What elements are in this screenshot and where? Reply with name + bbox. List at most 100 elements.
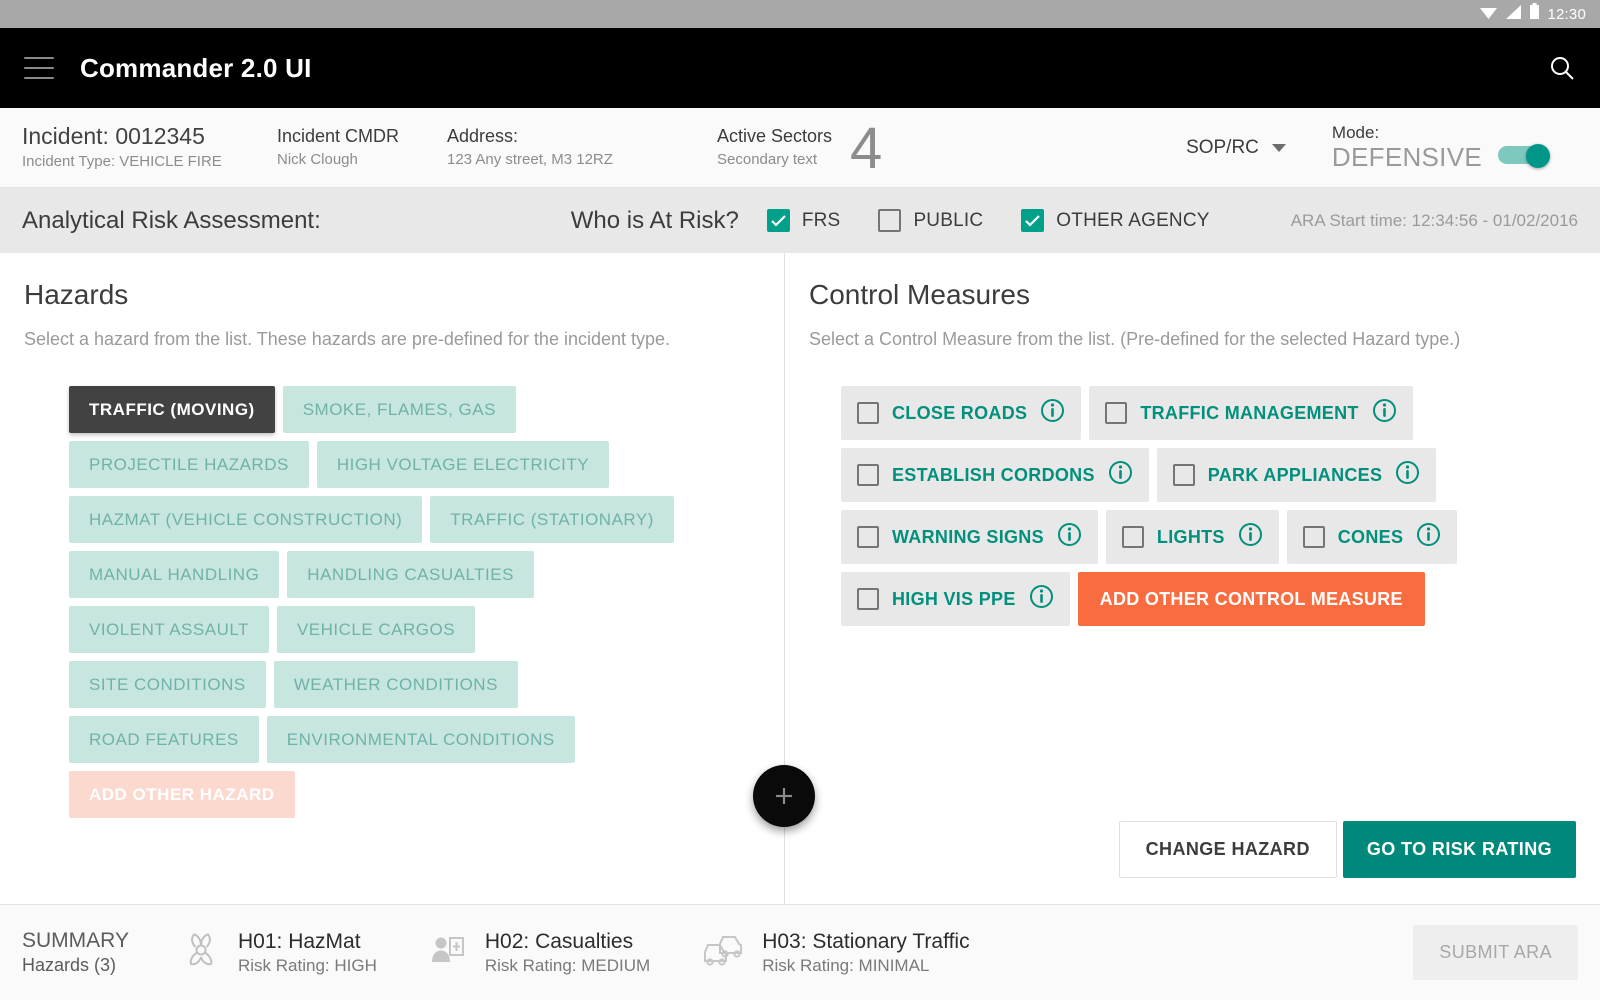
- control-measure-chip[interactable]: ESTABLISH CORDONS: [841, 448, 1149, 502]
- mode-block: Mode: DEFENSIVE: [1332, 123, 1550, 172]
- checkbox-icon[interactable]: [1121, 526, 1144, 548]
- active-sectors-secondary: Secondary text: [717, 150, 818, 168]
- info-icon[interactable]: [1108, 460, 1133, 490]
- hazard-chip[interactable]: VIOLENT ASSAULT: [69, 606, 269, 653]
- control-measure-chip[interactable]: CONES: [1286, 510, 1458, 564]
- control-measure-chip[interactable]: HIGH VIS PPE: [841, 572, 1070, 626]
- info-icon[interactable]: [1029, 584, 1054, 614]
- summary-item-h01-rating: Risk Rating: HIGH: [238, 956, 377, 976]
- app-screen: 12:30 Commander 2.0 UI Incident: 0012345…: [0, 0, 1600, 1000]
- hazard-chip-row: ROAD FEATURES ENVIRONMENTAL CONDITIONS: [69, 716, 760, 763]
- checkbox-icon[interactable]: [1172, 464, 1195, 486]
- hazard-chip[interactable]: HANDLING CASUALTIES: [287, 551, 534, 598]
- add-other-hazard-button[interactable]: ADD OTHER HAZARD: [69, 771, 295, 818]
- control-measure-row: ESTABLISH CORDONS PARK APPLIANCES: [841, 448, 1576, 502]
- summary-item-h02-text: H02: Casualties Risk Rating: MEDIUM: [485, 928, 650, 977]
- checkbox-public[interactable]: PUBLIC: [878, 209, 983, 232]
- summary-item-h01[interactable]: H01: HazMat Risk Rating: HIGH: [182, 928, 377, 977]
- control-measures-subtitle: Select a Control Measure from the list. …: [809, 329, 1461, 349]
- checkbox-icon[interactable]: [1302, 526, 1325, 548]
- hazards-subtitle: Select a hazard from the list. These haz…: [24, 329, 671, 349]
- ara-start-time: ARA Start time: 12:34:56 - 01/02/2016: [1290, 210, 1578, 230]
- control-measure-label: ADD OTHER CONTROL MEASURE: [1099, 588, 1403, 609]
- checkbox-icon[interactable]: [1105, 402, 1128, 424]
- control-measure-label: PARK APPLIANCES: [1207, 464, 1383, 485]
- hazard-chip[interactable]: HAZMAT (VEHICLE CONSTRUCTION): [69, 496, 423, 543]
- hazard-chip-row: VIOLENT ASSAULT VEHICLE CARGOS: [69, 606, 760, 653]
- checkbox-icon[interactable]: [857, 526, 879, 548]
- chevron-down-icon: [1271, 143, 1286, 152]
- control-measure-label: WARNING SIGNS: [892, 526, 1044, 547]
- control-measure-chip[interactable]: PARK APPLIANCES: [1156, 448, 1437, 502]
- control-measure-label: TRAFFIC MANAGEMENT: [1140, 402, 1359, 423]
- incident-cmdr-label: Incident CMDR: [277, 125, 400, 146]
- casualty-icon: [429, 931, 467, 974]
- hazard-chip[interactable]: ROAD FEATURES: [69, 716, 259, 763]
- address-value: 123 Any street, M3 12RZ: [447, 150, 613, 168]
- checkbox-other-agency-label: OTHER AGENCY: [1056, 209, 1210, 231]
- status-bar: 12:30: [0, 0, 1600, 28]
- checkbox-other-agency[interactable]: OTHER AGENCY: [1021, 209, 1209, 232]
- mode-toggle-switch[interactable]: [1498, 143, 1550, 168]
- checkbox-frs-label: FRS: [801, 209, 841, 231]
- incident-id-block: Incident: 0012345 Incident Type: VEHICLE…: [22, 123, 277, 172]
- summary-item-h02[interactable]: H02: Casualties Risk Rating: MEDIUM: [429, 928, 650, 977]
- checkbox-icon[interactable]: [857, 588, 879, 610]
- control-measure-row: HIGH VIS PPE ADD OTHER CONTROL MEASURE: [841, 572, 1576, 626]
- info-icon[interactable]: [1372, 398, 1397, 428]
- hazard-chip[interactable]: VEHICLE CARGOS: [276, 606, 476, 653]
- summary-label: SUMMARY: [22, 929, 129, 953]
- add-other-control-measure-button[interactable]: ADD OTHER CONTROL MEASURE: [1077, 572, 1425, 626]
- hazard-chip[interactable]: WEATHER CONDITIONS: [273, 661, 518, 708]
- hazard-chip[interactable]: PROJECTILE HAZARDS: [69, 441, 309, 488]
- hazard-chip[interactable]: SMOKE, FLAMES, GAS: [282, 386, 516, 433]
- add-fab-button[interactable]: [753, 765, 815, 827]
- summary-item-h03[interactable]: H03: Stationary Traffic Risk Rating: MIN…: [702, 928, 970, 977]
- go-to-risk-rating-button[interactable]: GO TO RISK RATING: [1342, 821, 1576, 878]
- sop-rc-dropdown[interactable]: SOP/RC: [1186, 137, 1286, 159]
- hazard-chip[interactable]: TRAFFIC (STATIONARY): [430, 496, 674, 543]
- control-measures-pane: Control Measures Select a Control Measur…: [785, 253, 1600, 904]
- plus-icon: [776, 788, 792, 804]
- status-time: 12:30: [1547, 5, 1586, 23]
- hazard-chip[interactable]: HIGH VOLTAGE ELECTRICITY: [316, 441, 610, 488]
- info-icon[interactable]: [1040, 398, 1065, 428]
- hazards-pane: Hazards Select a hazard from the list. T…: [0, 253, 784, 904]
- checkbox-icon[interactable]: [857, 464, 879, 486]
- control-measure-row: WARNING SIGNS LIGHTS CONES: [841, 510, 1576, 564]
- control-measure-chip[interactable]: TRAFFIC MANAGEMENT: [1089, 386, 1413, 440]
- info-icon[interactable]: [1238, 522, 1263, 552]
- info-icon[interactable]: [1416, 522, 1441, 552]
- main-content: Hazards Select a hazard from the list. T…: [0, 253, 1600, 904]
- hazard-chip[interactable]: SITE CONDITIONS: [69, 661, 266, 708]
- battery-icon: [1529, 3, 1540, 25]
- checkbox-icon[interactable]: [857, 402, 879, 424]
- signal-icon: [1505, 4, 1522, 25]
- control-measure-label: HIGH VIS PPE: [892, 588, 1016, 609]
- hazard-chip-row: ADD OTHER HAZARD: [69, 771, 760, 818]
- mode-value: DEFENSIVE: [1331, 142, 1482, 173]
- control-measure-chip[interactable]: LIGHTS: [1105, 510, 1279, 564]
- control-measure-label: CONES: [1337, 526, 1404, 547]
- hamburger-menu-icon[interactable]: [24, 57, 54, 79]
- checkbox-frs[interactable]: FRS: [766, 209, 841, 232]
- hazard-chip[interactable]: TRAFFIC (MOVING): [69, 386, 275, 433]
- control-measure-label: LIGHTS: [1156, 526, 1225, 547]
- hazard-chip[interactable]: ENVIRONMENTAL CONDITIONS: [266, 716, 575, 763]
- control-measure-chip[interactable]: WARNING SIGNS: [841, 510, 1098, 564]
- hazard-chip-row: PROJECTILE HAZARDS HIGH VOLTAGE ELECTRICI…: [69, 441, 760, 488]
- active-sectors-block: Active Sectors Secondary text 4: [717, 120, 882, 178]
- incident-type: Incident Type: VEHICLE FIRE: [22, 153, 222, 171]
- active-sectors-text: Active Sectors Secondary text: [717, 126, 832, 169]
- control-measure-chip[interactable]: CLOSE ROADS: [841, 386, 1082, 440]
- summary-item-h02-name: H02: Casualties: [484, 929, 634, 953]
- change-hazard-button[interactable]: CHANGE HAZARD: [1118, 821, 1337, 878]
- submit-ara-button[interactable]: SUBMIT ARA: [1413, 925, 1578, 980]
- search-icon[interactable]: [1548, 54, 1576, 82]
- summary-item-h01-text: H01: HazMat Risk Rating: HIGH: [238, 928, 377, 977]
- info-icon[interactable]: [1395, 460, 1420, 490]
- active-sectors-label: Active Sectors: [717, 125, 833, 146]
- hazards-title: Hazards: [24, 279, 129, 310]
- hazard-chip[interactable]: MANUAL HANDLING: [69, 551, 280, 598]
- info-icon[interactable]: [1057, 522, 1082, 552]
